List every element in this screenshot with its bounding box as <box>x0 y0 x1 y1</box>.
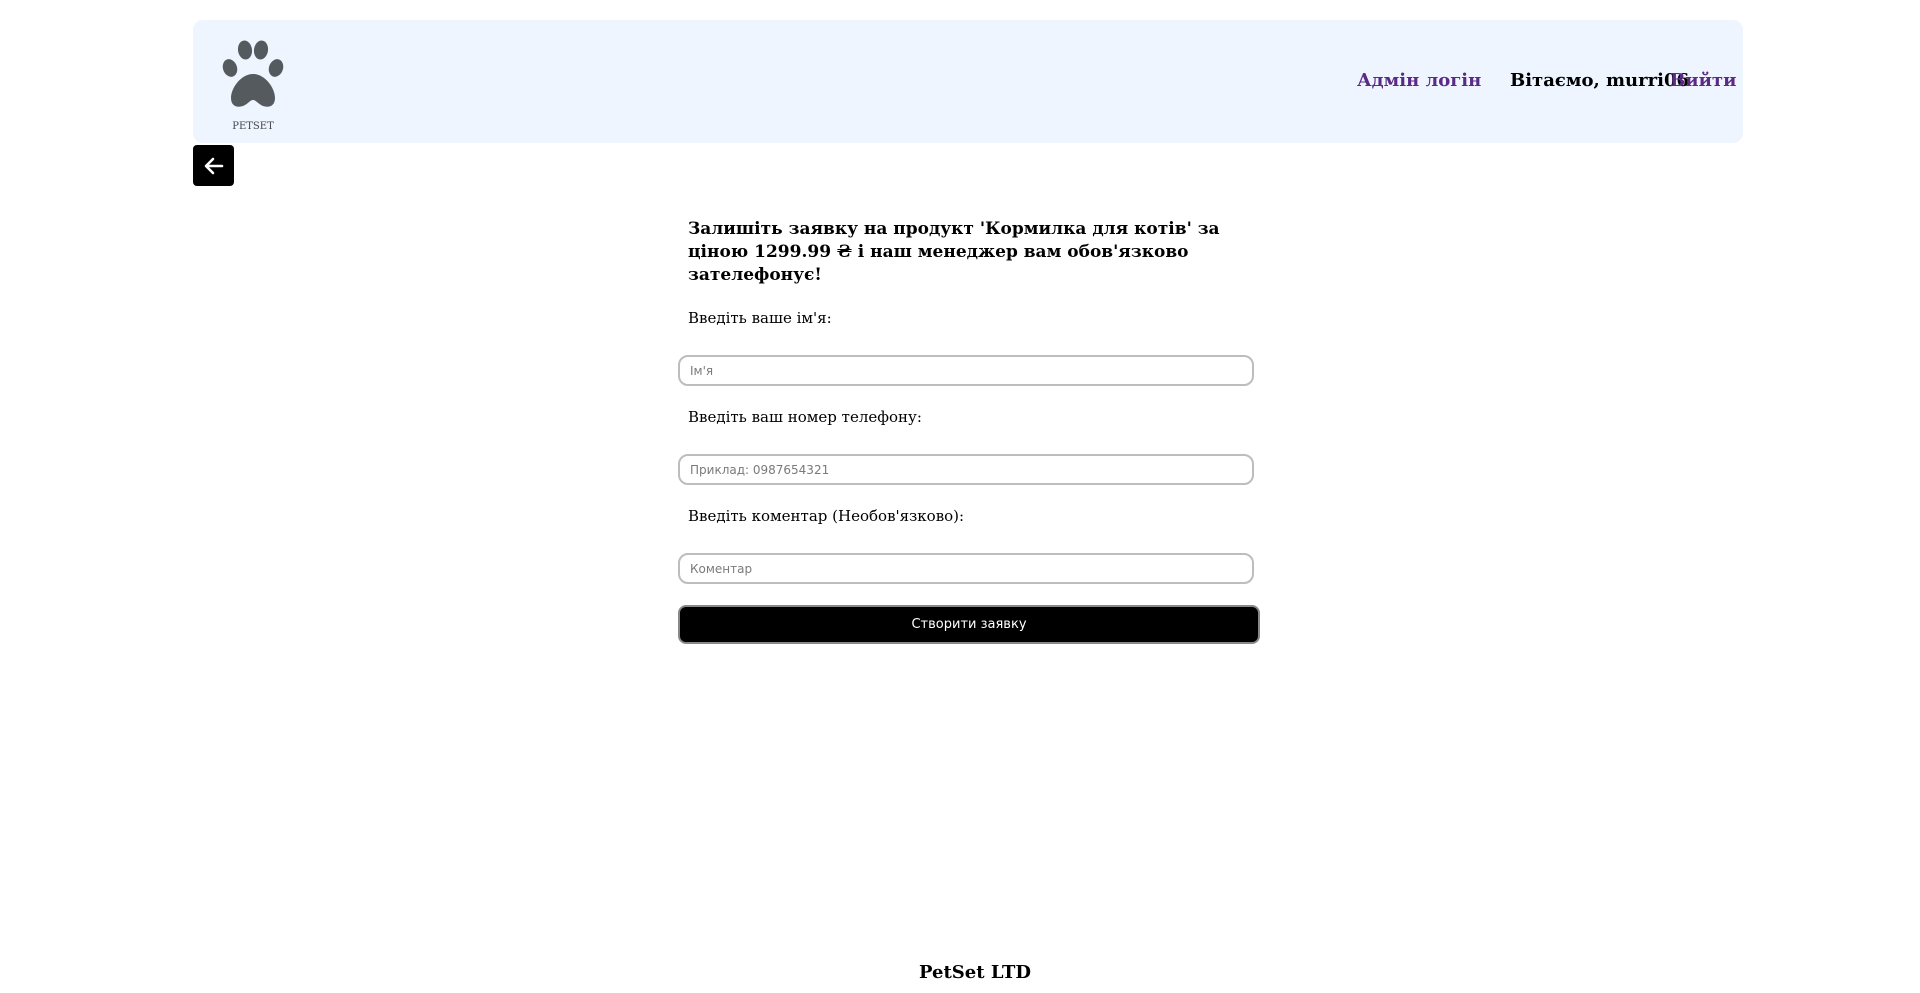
logo-text: PETSET <box>232 121 274 132</box>
admin-login-link[interactable]: Адмін логін <box>1357 70 1481 91</box>
comment-label: Введіть коментар (Необов'язково): <box>688 507 965 525</box>
phone-label: Введіть ваш номер телефону: <box>688 408 922 426</box>
phone-input[interactable] <box>678 454 1254 485</box>
site-header: PETSET Адмін логін Вітаємо, murri06 Вийт… <box>193 20 1743 143</box>
arrow-left-icon <box>204 157 223 174</box>
name-label: Введіть ваше ім'я: <box>688 309 832 327</box>
paw-icon <box>222 40 284 107</box>
request-form: Залишіть заявку на продукт 'Кормилка для… <box>678 218 1260 644</box>
footer-text: PetSet LTD <box>918 962 1032 983</box>
form-title: Залишіть заявку на продукт 'Кормилка для… <box>688 219 1220 285</box>
comment-input[interactable] <box>678 553 1254 584</box>
back-button[interactable] <box>193 145 234 186</box>
logout-link[interactable]: Вийти <box>1670 70 1736 91</box>
name-input[interactable] <box>678 355 1254 386</box>
welcome-text: Вітаємо, murri06 <box>1510 70 1689 91</box>
logo[interactable]: PETSET <box>221 40 285 132</box>
submit-button[interactable]: Створити заявку <box>678 605 1260 644</box>
